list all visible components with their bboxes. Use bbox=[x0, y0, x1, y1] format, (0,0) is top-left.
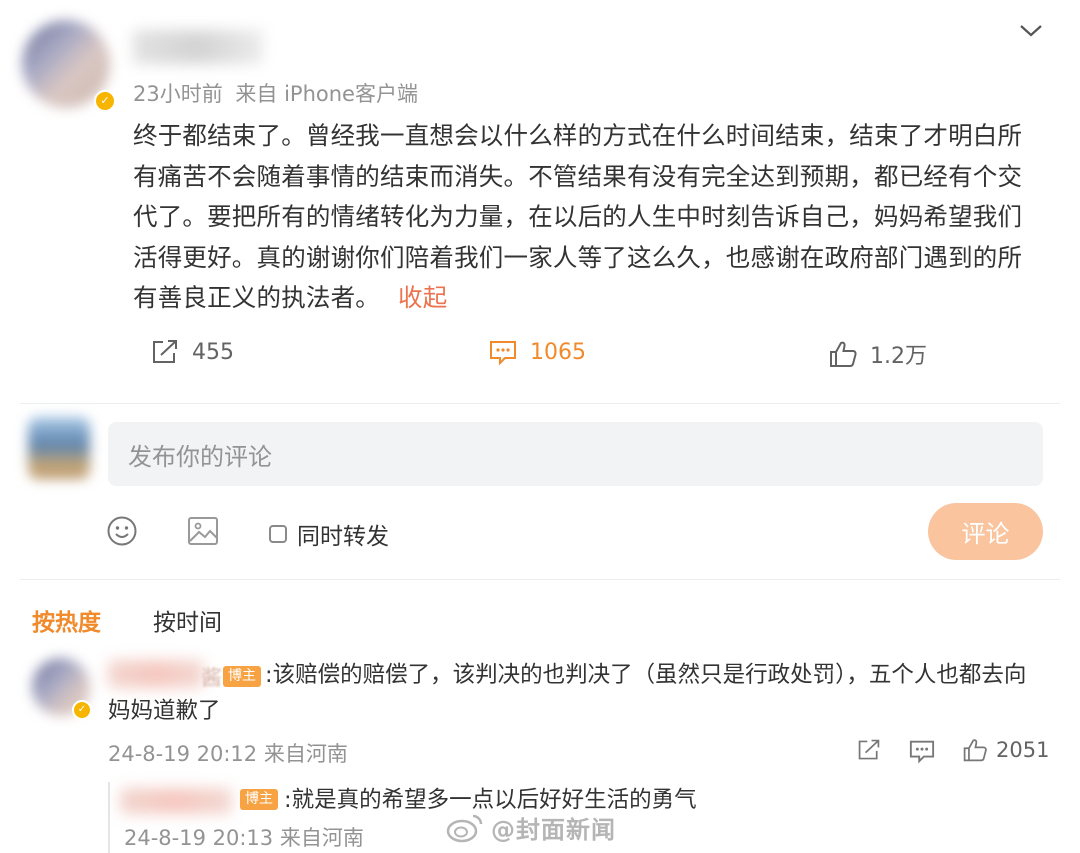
post-body-line-last: 有善良正义的执法者。 收起 bbox=[133, 278, 1053, 319]
author-badge: 博主 bbox=[240, 789, 278, 810]
comment-input[interactable]: 发布你的评论 bbox=[108, 422, 1043, 486]
comment-text-line: 妈妈道歉了 bbox=[108, 698, 221, 724]
post-source: 来自 iPhone客户端 bbox=[235, 82, 418, 106]
verified-badge-icon: ✓ bbox=[72, 700, 92, 720]
repost-toggle-label: 同时转发 bbox=[297, 524, 389, 550]
watermark-text: @封面新闻 bbox=[491, 816, 616, 844]
reply-meta: 24-8-19 20:13 来自河南 bbox=[124, 826, 364, 850]
repost-toggle[interactable]: 同时转发 bbox=[269, 517, 389, 551]
thumbs-up-icon bbox=[828, 339, 858, 369]
comment-reply-icon[interactable] bbox=[908, 738, 936, 764]
thumbs-up-icon bbox=[962, 737, 988, 763]
author-name[interactable] bbox=[133, 30, 263, 64]
comment-repost-icon[interactable] bbox=[856, 738, 882, 762]
reply-author-name[interactable] bbox=[120, 788, 232, 814]
tab-sort-hot[interactable]: 按热度 bbox=[32, 603, 101, 637]
comment-like-button[interactable]: 2051 bbox=[962, 737, 1049, 763]
post-body-line: 代了。要把所有的情绪转化为力量，在以后的人生中时刻告诉自己，妈妈希望我们 bbox=[133, 202, 1023, 231]
repost-button[interactable]: 455 bbox=[150, 338, 234, 366]
comment-icon bbox=[488, 338, 518, 366]
user-avatar[interactable] bbox=[28, 417, 90, 479]
post-body-line: 活得更好。真的谢谢你们陪着我们一家人等了这么久，也感谢在政府部门遇到的所 bbox=[133, 242, 1023, 272]
comment-button[interactable]: 1065 bbox=[488, 338, 586, 366]
tab-sort-time[interactable]: 按时间 bbox=[153, 603, 222, 637]
post-time: 23小时前 bbox=[133, 82, 223, 106]
watermark: @封面新闻 bbox=[445, 810, 616, 845]
collapse-link[interactable]: 收起 bbox=[398, 283, 447, 312]
repost-checkbox[interactable] bbox=[269, 525, 287, 543]
post-body-line: 终于都结束了。曾经我一直想会以什么样的方式在什么时间结束，结束了才明白所 bbox=[133, 121, 1023, 150]
post-body: 终于都结束了。曾经我一直想会以什么样的方式在什么时间结束，结束了才明白所 有痛苦… bbox=[133, 116, 1053, 319]
repost-icon bbox=[150, 338, 180, 366]
comment-count: 1065 bbox=[530, 339, 586, 365]
comment-like-count: 2051 bbox=[996, 738, 1050, 762]
like-count: 1.2万 bbox=[870, 344, 927, 369]
post-body-line: 有善良正义的执法者。 bbox=[133, 283, 380, 312]
comment-text-line: :该赔偿的赔偿了，该判决的也判决了（虽然只是行政处罚），五个人也都去向 bbox=[108, 657, 1048, 693]
comment-meta: 24-8-19 20:12 来自河南 bbox=[108, 742, 348, 766]
comment-input-placeholder: 发布你的评论 bbox=[128, 442, 272, 471]
image-icon[interactable] bbox=[187, 516, 219, 546]
divider bbox=[20, 579, 1060, 580]
post-body-line: 有痛苦不会随着事情的结束而消失。不管结果有没有完全达到预期，都已经有个交 bbox=[133, 161, 1023, 191]
weibo-logo-icon bbox=[445, 812, 485, 844]
like-button[interactable]: 1.2万 bbox=[828, 338, 927, 370]
emoji-icon[interactable] bbox=[106, 515, 138, 547]
repost-count: 455 bbox=[192, 339, 234, 365]
comment-text: :该赔偿的赔偿了，该判决的也判决了（虽然只是行政处罚），五个人也都去向 妈妈道歉… bbox=[108, 657, 1048, 729]
divider bbox=[20, 403, 1060, 404]
verified-badge-icon: ✓ bbox=[94, 90, 116, 112]
post-meta: 23小时前 来自 iPhone客户端 bbox=[133, 78, 418, 108]
chevron-down-icon[interactable] bbox=[1018, 20, 1044, 40]
submit-comment-button[interactable]: 评论 bbox=[928, 503, 1043, 560]
comment-text-line1: :该赔偿的赔偿了，该判决的也判决了（虽然只是行政处罚），五个人也都去向 bbox=[265, 662, 1027, 688]
